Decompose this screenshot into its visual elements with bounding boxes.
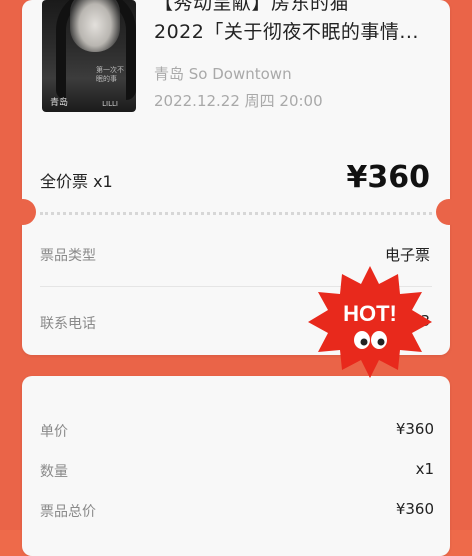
- quantity-label: 数量: [40, 464, 68, 480]
- contact-phone-label: 联系电话: [40, 316, 96, 332]
- unit-price-label: 单价: [40, 424, 68, 440]
- event-title-line2[interactable]: 2022「关于彻夜不眠的事情...: [154, 17, 419, 44]
- event-title-line1[interactable]: 【秀动呈献】房东的猫: [154, 0, 349, 15]
- event-datetime: 2022.12.22 周四 20:00: [154, 92, 323, 110]
- total-price-value: ¥360: [395, 500, 434, 518]
- ticket-notch-right: [436, 199, 462, 225]
- perforation-divider: [40, 212, 432, 215]
- ticket-notch-left: [10, 199, 36, 225]
- pupil-left: [360, 338, 368, 346]
- event-poster[interactable]: 第一次不眠的事 青岛 LILLI: [42, 0, 136, 112]
- ticket-type-label: 票品类型: [40, 248, 96, 264]
- ticket-name: 全价票 x1: [40, 172, 113, 191]
- hot-sticker-text: HOT!: [343, 301, 397, 326]
- poster-caption: 第一次不眠的事: [96, 66, 124, 83]
- poster-figure-face: [70, 0, 120, 52]
- unit-price-value: ¥360: [395, 420, 434, 438]
- pupil-right: [377, 338, 385, 346]
- poster-tag: LILLI: [102, 100, 118, 108]
- ticket-type-value: 电子票: [384, 246, 430, 264]
- price-summary-card: [22, 376, 450, 556]
- quantity-value: x1: [415, 460, 434, 478]
- hot-sticker: HOT!: [308, 266, 432, 378]
- total-price-label: 票品总价: [40, 504, 96, 520]
- poster-city: 青岛: [50, 98, 69, 108]
- event-venue: 青岛 So Downtown: [154, 65, 292, 83]
- ticket-price: ¥360: [346, 160, 431, 195]
